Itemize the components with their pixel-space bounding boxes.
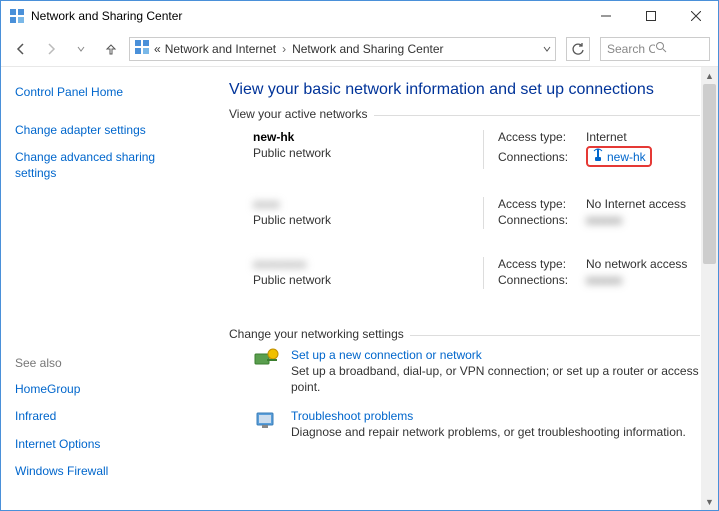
- page-heading: View your basic network information and …: [229, 81, 700, 99]
- scroll-up-icon[interactable]: ▲: [701, 67, 718, 84]
- change-settings-label: Change your networking settings: [229, 327, 410, 341]
- titlebar: Network and Sharing Center: [1, 1, 718, 31]
- breadcrumb-ellipsis[interactable]: «: [154, 42, 161, 56]
- network-row: new-hk Public network Access type:Internet…: [253, 130, 700, 169]
- wifi-icon: [592, 148, 604, 165]
- connections-label: Connections:: [498, 150, 586, 164]
- access-type-label: Access type:: [498, 130, 586, 144]
- location-icon: [134, 39, 150, 58]
- sidebar-link-advanced-sharing[interactable]: Change advanced sharing settings: [15, 150, 197, 181]
- scroll-thumb[interactable]: [703, 84, 716, 264]
- refresh-button[interactable]: [566, 37, 590, 61]
- up-button[interactable]: [99, 37, 123, 61]
- recent-dropdown[interactable]: [69, 37, 93, 61]
- scroll-down-icon[interactable]: ▼: [701, 493, 718, 510]
- connection-link[interactable]: new-hk: [586, 146, 652, 167]
- see-also-label: See also: [15, 356, 197, 370]
- window-title: Network and Sharing Center: [31, 9, 583, 23]
- connection-name: new-hk: [607, 150, 646, 164]
- search-input[interactable]: Search Co...: [600, 37, 710, 61]
- access-type-value: Internet: [586, 130, 627, 144]
- scrollbar[interactable]: ▲ ▼: [701, 67, 718, 510]
- connections-label: Connections:: [498, 213, 586, 227]
- access-type-value: No network access: [586, 257, 687, 271]
- main-panel: View your basic network information and …: [211, 67, 718, 510]
- network-row: xxxxxxxx Public network Access type:No net…: [253, 257, 700, 289]
- connections-label: Connections:: [498, 273, 586, 287]
- settings-description: Set up a broadband, dial-up, or VPN conn…: [291, 364, 700, 395]
- access-type-value: No Internet access: [586, 197, 686, 211]
- content: Control Panel Home Change adapter settin…: [1, 67, 718, 510]
- close-button[interactable]: [673, 1, 718, 31]
- network-name: xxxxxxxx: [253, 257, 306, 271]
- breadcrumb-seg2[interactable]: Network and Sharing Center: [292, 42, 443, 56]
- network-type: Public network: [253, 146, 483, 160]
- settings-link[interactable]: Troubleshoot problems: [291, 409, 686, 423]
- seealso-homegroup[interactable]: HomeGroup: [15, 382, 197, 398]
- settings-description: Diagnose and repair network problems, or…: [291, 425, 686, 441]
- navbar: « Network and Internet › Network and Sha…: [1, 31, 718, 67]
- settings-icon: [253, 409, 281, 441]
- settings-icon: [253, 348, 281, 395]
- active-networks-label: View your active networks: [229, 107, 374, 121]
- network-type: Public network: [253, 213, 483, 227]
- access-type-label: Access type:: [498, 257, 586, 271]
- breadcrumb-seg1[interactable]: Network and Internet: [165, 42, 276, 56]
- seealso-windows-firewall[interactable]: Windows Firewall: [15, 464, 197, 480]
- sidebar-link-adapter[interactable]: Change adapter settings: [15, 123, 197, 139]
- maximize-button[interactable]: [628, 1, 673, 31]
- settings-item: Set up a new connection or network Set up…: [253, 348, 700, 395]
- back-button[interactable]: [9, 37, 33, 61]
- network-name: new-hk: [253, 130, 483, 144]
- change-settings-group: Change your networking settings Set up a…: [229, 335, 700, 441]
- settings-item: Troubleshoot problems Diagnose and repair…: [253, 409, 700, 441]
- minimize-button[interactable]: [583, 1, 628, 31]
- chevron-right-icon: ›: [280, 42, 288, 56]
- app-icon: [9, 8, 25, 24]
- control-panel-home-link[interactable]: Control Panel Home: [15, 85, 197, 101]
- connection-name: xxxxxx: [586, 213, 622, 227]
- network-type: Public network: [253, 273, 483, 287]
- connection-name: xxxxxx: [586, 273, 622, 287]
- access-type-label: Access type:: [498, 197, 586, 211]
- active-networks-group: View your active networks new-hkPublic n…: [229, 115, 700, 323]
- seealso-infrared[interactable]: Infrared: [15, 409, 197, 425]
- address-dropdown-icon[interactable]: [543, 42, 551, 56]
- sidebar: Control Panel Home Change adapter settin…: [1, 67, 211, 510]
- settings-link[interactable]: Set up a new connection or network: [291, 348, 700, 362]
- search-placeholder: Search Co...: [607, 42, 655, 56]
- search-icon: [655, 41, 703, 56]
- network-name: xxxx: [253, 197, 280, 211]
- address-bar[interactable]: « Network and Internet › Network and Sha…: [129, 37, 556, 61]
- network-row: xxxx Public network Access type:No Interne…: [253, 197, 700, 229]
- forward-button[interactable]: [39, 37, 63, 61]
- seealso-internet-options[interactable]: Internet Options: [15, 437, 197, 453]
